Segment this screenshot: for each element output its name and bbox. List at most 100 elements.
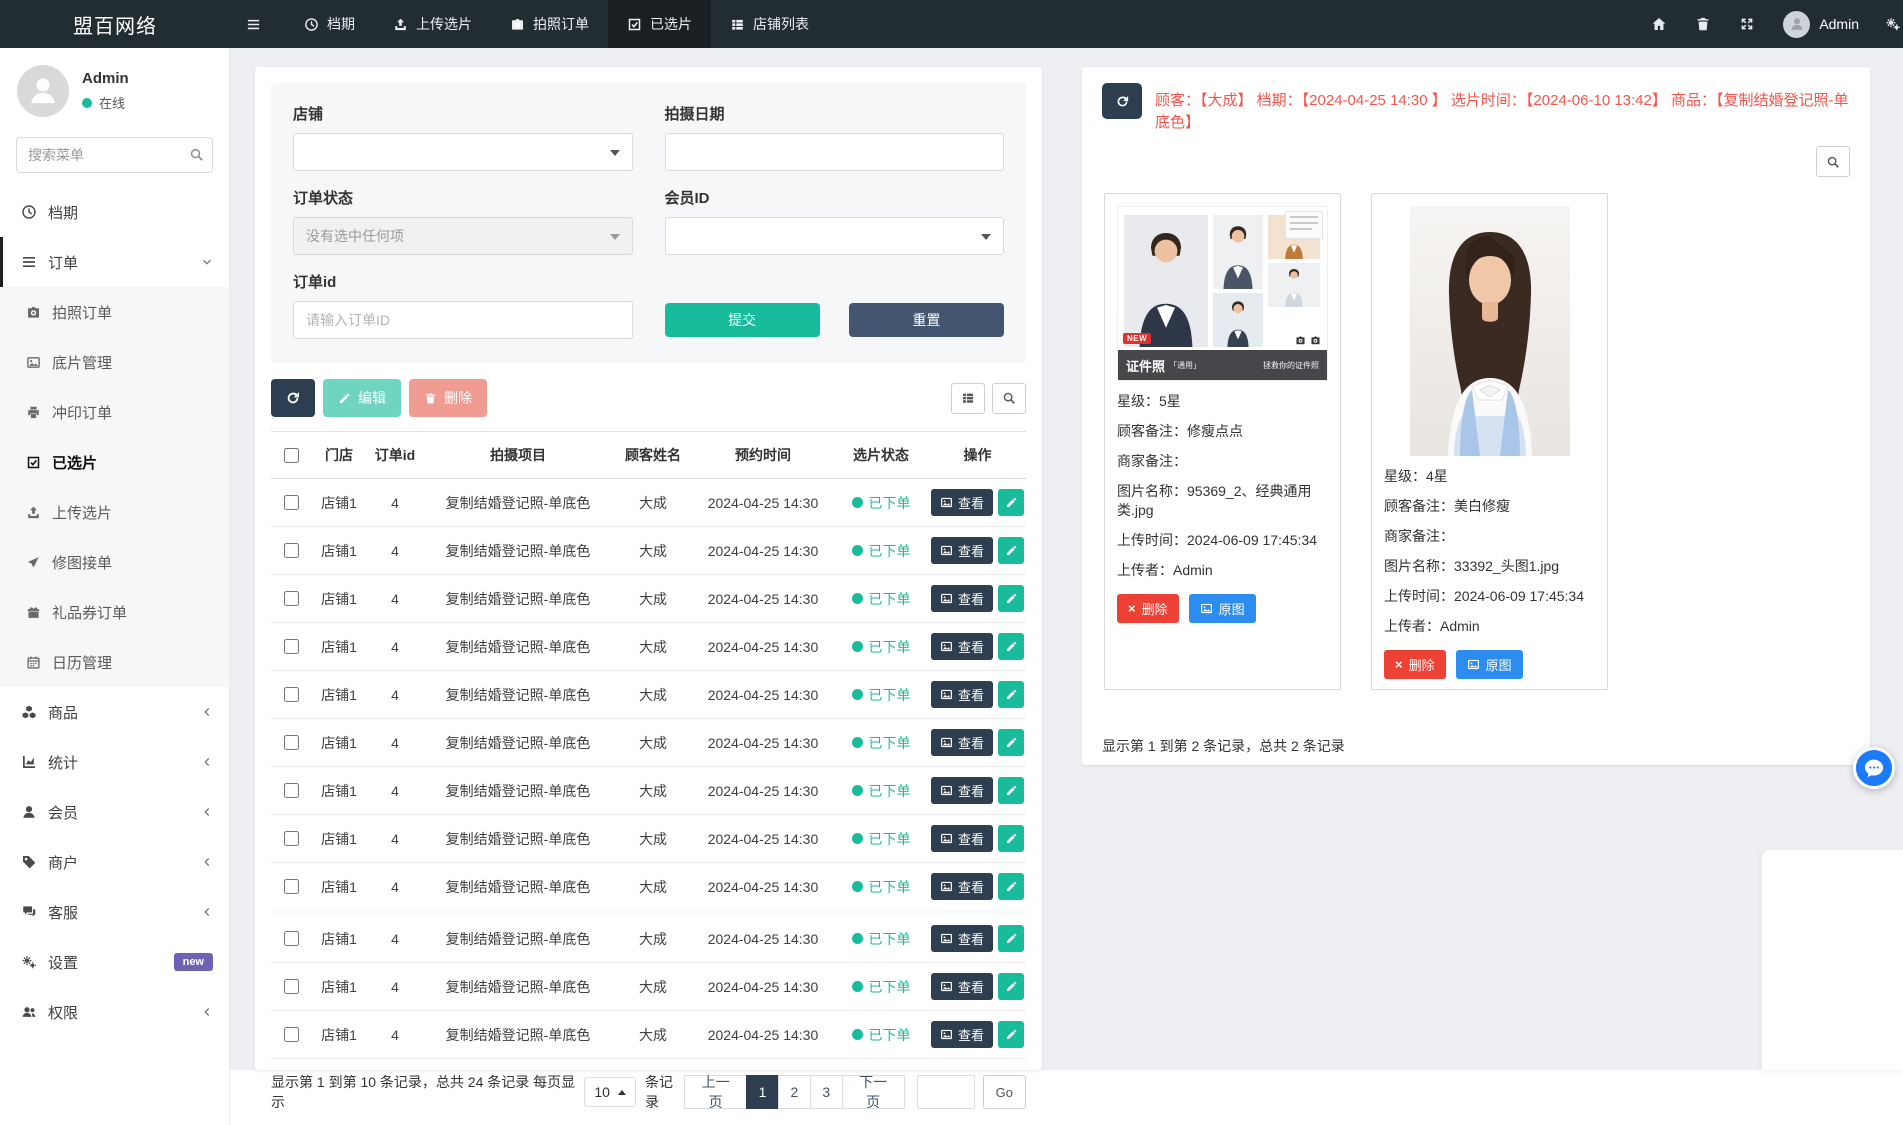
view-button[interactable]: 查看 — [931, 489, 993, 516]
photo-delete-button[interactable]: × 删除 — [1384, 650, 1446, 679]
sidebar-toggle-button[interactable] — [230, 0, 277, 48]
row-checkbox[interactable] — [284, 1027, 299, 1042]
row-edit-button[interactable] — [998, 537, 1024, 564]
photo-original-button[interactable]: 原图 — [1456, 650, 1523, 679]
sidebar-item-statistics[interactable]: 统计 — [0, 737, 229, 787]
view-button[interactable]: 查看 — [931, 681, 993, 708]
nav-item-shop-list[interactable]: 店铺列表 — [711, 0, 828, 48]
goto-page-input[interactable] — [917, 1075, 975, 1109]
next-page-button[interactable]: 下一页 — [842, 1075, 905, 1109]
sidebar-item-retouch-orders[interactable]: 修图接单 — [0, 537, 229, 587]
row-edit-button[interactable] — [998, 729, 1024, 756]
sidebar-item-customer-service[interactable]: 客服 — [0, 887, 229, 937]
nav-item-schedule[interactable]: 档期 — [285, 0, 374, 48]
sidebar-user-status: 在线 — [82, 93, 129, 112]
sidebar-item-selected-photos[interactable]: 已选片 — [0, 437, 229, 487]
sidebar-item-schedule[interactable]: 档期 — [0, 187, 229, 237]
fullscreen-button[interactable] — [1725, 0, 1769, 48]
order-id-input[interactable] — [293, 301, 633, 339]
sidebar-item-photo-orders[interactable]: 拍照订单 — [0, 287, 229, 337]
row-edit-button[interactable] — [998, 925, 1024, 952]
row-edit-button[interactable] — [998, 489, 1024, 516]
cell-shop: 店铺1 — [311, 863, 367, 913]
photo-thumbnail-2[interactable] — [1384, 206, 1595, 456]
select-all-checkbox[interactable] — [284, 448, 299, 463]
status-badge: 已下单 — [835, 863, 927, 910]
sidebar-item-settings[interactable]: 设置 new — [0, 937, 229, 987]
member-id-select[interactable] — [665, 217, 1005, 255]
toggle-search-button[interactable] — [992, 383, 1026, 414]
clear-cache-button[interactable] — [1681, 0, 1725, 48]
row-checkbox[interactable] — [284, 879, 299, 894]
photo-thumbnail-1[interactable]: NEW 证件照 「通用」 拯救你的证件照 — [1117, 206, 1328, 381]
row-edit-button[interactable] — [998, 633, 1024, 660]
delete-button[interactable]: 删除 — [409, 379, 487, 417]
view-button[interactable]: 查看 — [931, 973, 993, 1000]
brand-logo[interactable]: 盟百网络 — [0, 0, 230, 48]
sidebar-item-negatives[interactable]: 底片管理 — [0, 337, 229, 387]
row-checkbox[interactable] — [284, 735, 299, 750]
chat-button[interactable] — [1853, 747, 1895, 789]
row-checkbox[interactable] — [284, 495, 299, 510]
row-edit-button[interactable] — [998, 681, 1024, 708]
toggle-view-button[interactable] — [951, 383, 985, 414]
photo-original-button[interactable]: 原图 — [1189, 594, 1256, 623]
page-button-2[interactable]: 2 — [778, 1075, 811, 1109]
submit-button[interactable]: 提交 — [665, 303, 820, 337]
row-checkbox[interactable] — [284, 931, 299, 946]
sidebar-item-permissions[interactable]: 权限 — [0, 987, 229, 1037]
shoot-date-input[interactable] — [665, 133, 1005, 171]
row-checkbox[interactable] — [284, 783, 299, 798]
nav-item-photo-orders[interactable]: 拍照订单 — [491, 0, 608, 48]
reset-button[interactable]: 重置 — [849, 303, 1004, 337]
view-button[interactable]: 查看 — [931, 729, 993, 756]
edit-button[interactable]: 编辑 — [323, 379, 401, 417]
view-button[interactable]: 查看 — [931, 537, 993, 564]
view-button[interactable]: 查看 — [931, 777, 993, 804]
sidebar-item-orders[interactable]: 订单 — [0, 237, 229, 287]
nav-item-upload-photos[interactable]: 上传选片 — [374, 0, 491, 48]
row-checkbox[interactable] — [284, 591, 299, 606]
sidebar-item-merchants[interactable]: 商户 — [0, 837, 229, 887]
order-status-select[interactable]: 没有选中任何项 — [293, 217, 633, 255]
settings-button[interactable] — [1873, 0, 1903, 48]
detail-refresh-button[interactable] — [1102, 83, 1142, 119]
table-row: 店铺1 4 复制结婚登记照-单底色 大成 2024-04-25 14:30 已下… — [271, 963, 1026, 1011]
sidebar-item-upload-photos[interactable]: 上传选片 — [0, 487, 229, 537]
view-button[interactable]: 查看 — [931, 873, 993, 900]
row-checkbox[interactable] — [284, 543, 299, 558]
page-button-1[interactable]: 1 — [746, 1075, 779, 1109]
go-button[interactable]: Go — [983, 1075, 1026, 1109]
row-checkbox[interactable] — [284, 831, 299, 846]
row-edit-button[interactable] — [998, 1021, 1024, 1048]
row-checkbox[interactable] — [284, 979, 299, 994]
prev-page-button[interactable]: 上一页 — [684, 1075, 747, 1109]
detail-search-button[interactable] — [1816, 146, 1850, 177]
page-size-select[interactable]: 10 — [584, 1077, 636, 1107]
row-edit-button[interactable] — [998, 777, 1024, 804]
shop-select[interactable] — [293, 133, 633, 171]
refresh-button[interactable] — [271, 379, 315, 417]
photo-delete-button[interactable]: × 删除 — [1117, 594, 1179, 623]
menu-search-input[interactable] — [16, 137, 213, 173]
view-button[interactable]: 查看 — [931, 925, 993, 952]
sidebar-item-gift-voucher-orders[interactable]: 礼品券订单 — [0, 587, 229, 637]
sidebar-item-calendar[interactable]: 日历管理 — [0, 637, 229, 687]
sidebar-item-products[interactable]: 商品 — [0, 687, 229, 737]
row-edit-button[interactable] — [998, 585, 1024, 612]
home-button[interactable] — [1637, 0, 1681, 48]
row-edit-button[interactable] — [998, 873, 1024, 900]
row-checkbox[interactable] — [284, 687, 299, 702]
view-button[interactable]: 查看 — [931, 633, 993, 660]
row-edit-button[interactable] — [998, 973, 1024, 1000]
sidebar-item-members[interactable]: 会员 — [0, 787, 229, 837]
user-menu[interactable]: Admin — [1769, 11, 1873, 38]
view-button[interactable]: 查看 — [931, 825, 993, 852]
row-edit-button[interactable] — [998, 825, 1024, 852]
page-button-3[interactable]: 3 — [810, 1075, 843, 1109]
row-checkbox[interactable] — [284, 639, 299, 654]
nav-item-selected-photos[interactable]: 已选片 — [608, 0, 711, 48]
view-button[interactable]: 查看 — [931, 585, 993, 612]
sidebar-item-print-orders[interactable]: 冲印订单 — [0, 387, 229, 437]
view-button[interactable]: 查看 — [931, 1021, 993, 1048]
